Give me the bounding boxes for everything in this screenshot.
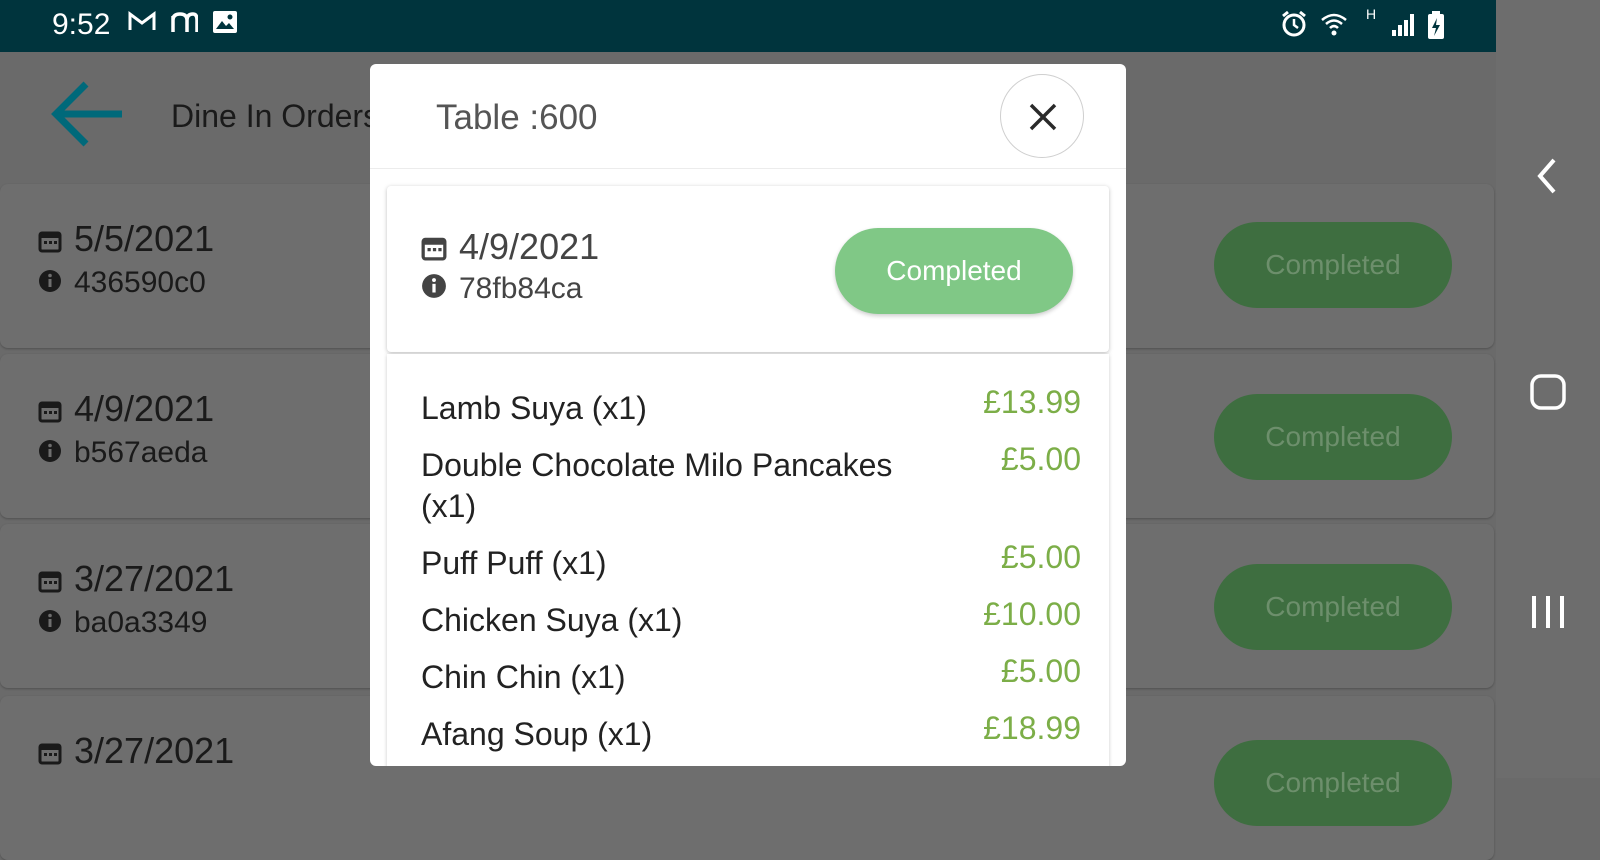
item-name: Double Chocolate Milo Pancakes (x1) (421, 447, 893, 524)
info-icon (38, 267, 68, 301)
list-item: Chin Chin (x1) £5.00 (421, 651, 1081, 698)
order-date: 4/9/2021 (421, 226, 599, 270)
info-icon (38, 437, 68, 471)
order-date: 4/9/2021 (38, 388, 214, 432)
image-icon (212, 10, 238, 43)
status-badge: Completed (835, 228, 1073, 314)
item-price: £18.99 (983, 710, 1081, 746)
order-id: ba0a3349 (38, 606, 207, 641)
order-items-card: Lamb Suya (x1) £13.99 Double Chocolate M… (387, 354, 1109, 766)
wifi-icon (1320, 10, 1348, 47)
item-name: Afang Soup (x1) (421, 716, 653, 752)
status-bar: 9:52 H (0, 0, 1496, 52)
back-arrow-icon[interactable] (50, 78, 124, 155)
calendar-icon (38, 732, 68, 774)
calendar-icon (38, 560, 68, 602)
order-summary-card: 4/9/2021 78fb84ca Completed (387, 186, 1109, 352)
status-badge: Completed (1214, 222, 1452, 308)
dialog-title: Table :600 (436, 98, 598, 137)
status-badge: Completed (1214, 740, 1452, 826)
calendar-icon (38, 390, 68, 432)
info-icon (38, 607, 68, 641)
order-date: 3/27/2021 (38, 558, 234, 602)
nav-recents-icon[interactable] (1522, 592, 1574, 637)
item-price: £5.00 (1000, 441, 1081, 477)
item-name: Puff Puff (x1) (421, 545, 607, 581)
info-icon (421, 273, 451, 307)
item-price: £13.99 (983, 384, 1081, 420)
signal-icon (1390, 10, 1418, 47)
list-item: Lamb Suya (x1) £13.99 (421, 382, 1081, 429)
item-name: Chicken Suya (x1) (421, 602, 683, 638)
item-name: Lamb Suya (x1) (421, 390, 647, 426)
order-id: 436590c0 (38, 266, 206, 301)
page-title: Dine In Orders (171, 98, 380, 134)
system-navigation-bar (1496, 0, 1600, 778)
close-icon (1029, 103, 1057, 131)
order-items-list: Lamb Suya (x1) £13.99 Double Chocolate M… (421, 382, 1081, 765)
nav-home-icon[interactable] (1522, 372, 1574, 417)
item-price: £5.00 (1000, 653, 1081, 689)
item-price: £10.00 (983, 596, 1081, 632)
order-date: 5/5/2021 (38, 218, 214, 262)
order-date: 3/27/2021 (38, 730, 234, 774)
order-detail-dialog: Table :600 4/9/2021 78fb84ca Completed L… (370, 64, 1126, 766)
gmail-icon (128, 10, 156, 43)
item-name: Chin Chin (x1) (421, 659, 626, 695)
order-id: 78fb84ca (421, 272, 582, 307)
dialog-header: Table :600 (370, 64, 1126, 169)
list-item: Afang Soup (x1) £18.99 (421, 708, 1081, 755)
network-type-label: H (1366, 6, 1377, 22)
list-item: Chicken Suya (x1) £10.00 (421, 594, 1081, 641)
list-item: Double Chocolate Milo Pancakes (x1) £5.0… (421, 439, 1081, 527)
calendar-icon (38, 220, 68, 262)
list-item: Puff Puff (x1) £5.00 (421, 537, 1081, 584)
nav-back-icon[interactable] (1522, 156, 1574, 201)
status-badge: Completed (1214, 394, 1452, 480)
battery-icon (1426, 10, 1446, 49)
close-button[interactable] (1000, 74, 1084, 158)
notification-icon (170, 10, 199, 43)
status-time: 9:52 (52, 8, 111, 41)
item-price: £5.00 (1000, 539, 1081, 575)
alarm-icon (1280, 10, 1308, 47)
order-id: b567aeda (38, 436, 207, 471)
status-badge: Completed (1214, 564, 1452, 650)
calendar-icon (421, 228, 451, 270)
